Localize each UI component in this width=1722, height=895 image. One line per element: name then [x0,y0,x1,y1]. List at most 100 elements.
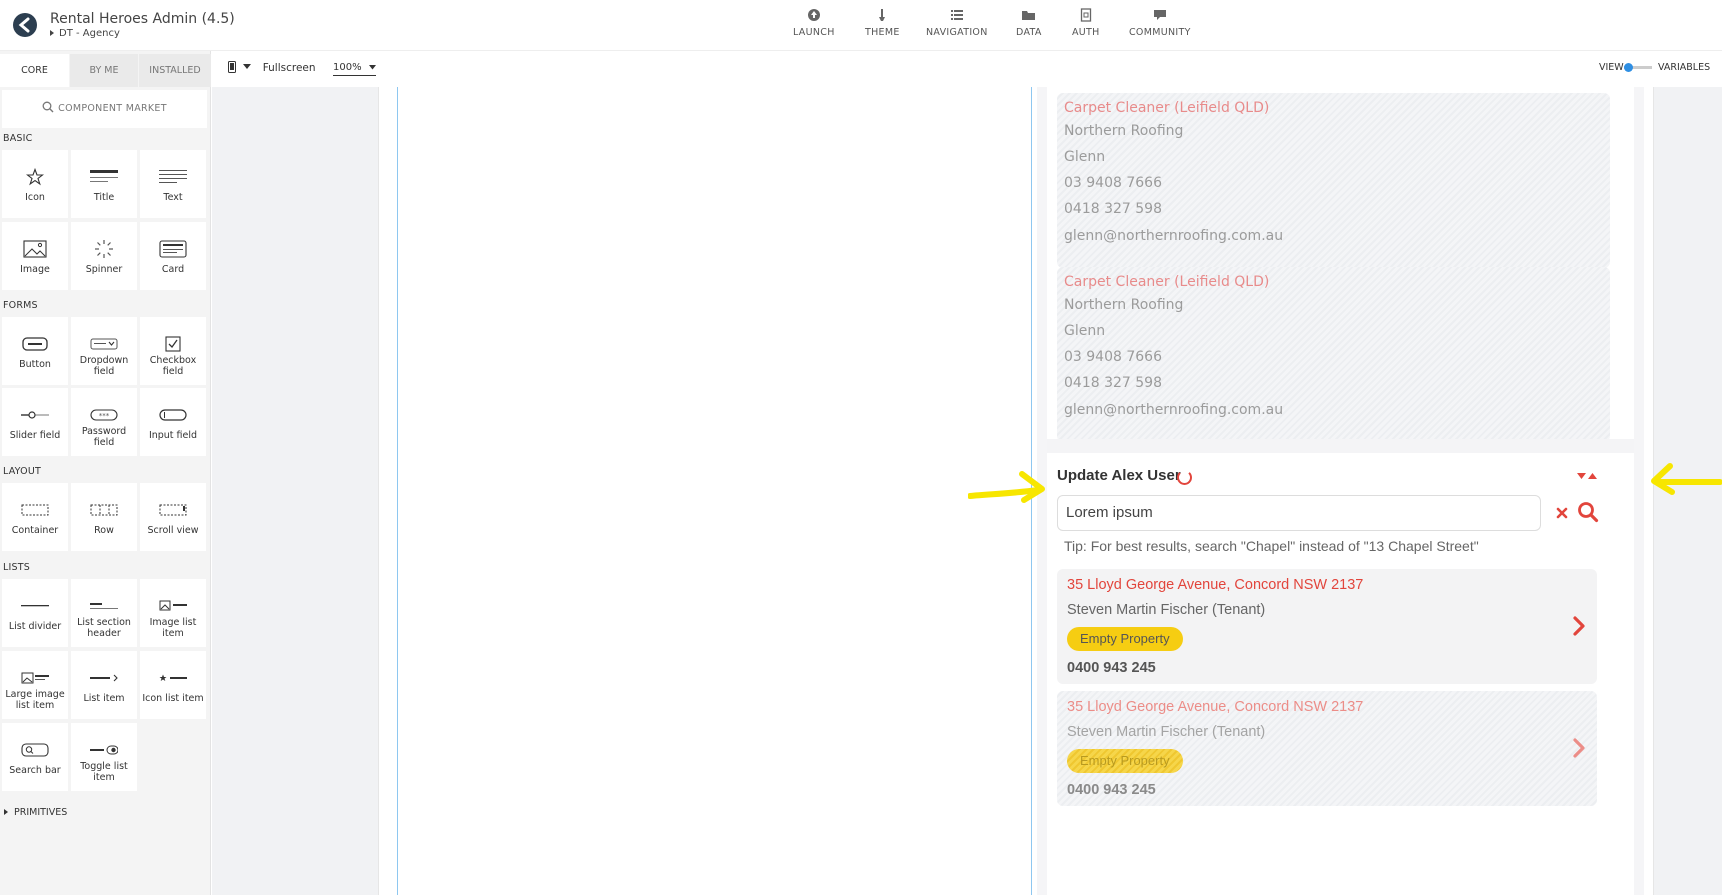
annotation-arrow-left-icon [1651,463,1722,495]
component-list-divider-label: List divider [8,621,62,632]
component-market-button[interactable]: COMPONENT MARKET [2,90,207,128]
chevron-right-icon[interactable] [1572,616,1586,636]
property-tenant: Steven Martin Fischer (Tenant) [1067,602,1266,618]
component-password[interactable]: *** Password field [71,388,137,456]
contact-title: Carpet Cleaner (Leifield QLD) [1064,100,1270,116]
nav-launch[interactable]: LAUNCH [793,8,835,38]
component-row[interactable]: Row [71,483,137,551]
tab-by-me[interactable]: BY ME [70,54,138,87]
caret-down-icon [243,64,252,69]
device-selector[interactable]: Fullscreen [228,61,316,74]
tab-core[interactable]: CORE [0,54,69,87]
card-icon [159,240,187,258]
property-address: 35 Lloyd George Avenue, Concord NSW 2137 [1067,699,1364,715]
contact-card[interactable]: Carpet Cleaner (Leifield QLD) Northern R… [1057,267,1610,442]
password-shape-icon: *** [90,409,118,421]
property-list-item[interactable]: 35 Lloyd George Avenue, Concord NSW 2137… [1057,569,1597,684]
app-subtitle[interactable]: DT - Agency [50,28,120,39]
component-large-image-list[interactable]: Large image list item [2,651,68,719]
component-card-label: Card [161,264,185,275]
component-icon[interactable]: Icon [2,150,68,218]
component-button[interactable]: Button [2,317,68,385]
editor-canvas: Carpet Cleaner (Leifield QLD) Northern R… [212,87,1722,895]
component-spinner[interactable]: Spinner [71,222,137,290]
component-text[interactable]: Text [140,150,206,218]
component-list-section[interactable]: List section header [71,579,137,647]
component-input[interactable]: Input field [140,388,206,456]
component-search-bar[interactable]: Search bar [2,723,68,791]
toggle-knob[interactable] [1624,63,1633,72]
app-title: Rental Heroes Admin (4.5) [50,11,235,27]
contact-card[interactable]: Carpet Cleaner (Leifield QLD) Northern R… [1057,93,1610,268]
slider-icon [21,411,49,419]
component-toggle-list-label: Toggle list item [80,761,128,783]
component-card[interactable]: Card [140,222,206,290]
button-shape-icon [22,337,48,351]
annotation-arrow-right-icon [968,471,1045,503]
divider-icon [21,605,49,607]
component-input-label: Input field [148,430,198,441]
property-status-badge: Empty Property [1067,749,1183,773]
image-icon [23,240,47,258]
component-spinner-label: Spinner [85,264,123,275]
contact-company: Northern Roofing [1064,297,1184,313]
property-phone: 0400 943 245 [1067,782,1156,798]
document-icon [1080,8,1091,22]
nav-navigation-label: NAVIGATION [926,27,988,38]
search-icon [42,101,54,113]
component-image[interactable]: Image [2,222,68,290]
app-logo-icon[interactable] [12,12,38,38]
component-list-item[interactable]: List item [71,651,137,719]
collapse-toggle-icon[interactable] [1577,472,1597,480]
dropdown-shape-icon [90,338,118,350]
component-list-section-label: List section header [77,617,131,639]
nav-auth[interactable]: AUTH [1072,8,1100,38]
contact-email: glenn@northernroofing.com.au [1064,228,1284,244]
component-dropdown[interactable]: Dropdown field [71,317,137,385]
component-toggle-list[interactable]: Toggle list item [71,723,137,791]
layout-guide-line [397,87,398,895]
view-variables-toggle[interactable] [1624,63,1652,72]
component-sidebar: CORE BY ME INSTALLED COMPONENT MARKET BA… [0,51,211,895]
svg-text:***: *** [99,412,110,420]
chevron-right-icon[interactable] [1572,738,1586,758]
component-scrollview[interactable]: Scroll view [140,483,206,551]
star-icon [26,168,44,186]
zoom-value: 100% [333,62,362,73]
component-checkbox[interactable]: Checkbox field [140,317,206,385]
nav-theme[interactable]: THEME [865,8,900,38]
panel-gutter [1634,87,1644,895]
brush-icon [879,9,886,21]
nav-data[interactable]: DATA [1016,8,1042,38]
nav-community[interactable]: COMMUNITY [1129,8,1191,38]
phone-icon [228,61,236,73]
title-lines-icon [90,170,118,182]
component-list-divider[interactable]: List divider [2,579,68,647]
clear-search-icon[interactable] [1555,506,1569,520]
nav-navigation[interactable]: NAVIGATION [926,8,988,38]
component-title-label: Title [93,192,115,203]
zoom-selector[interactable]: 100% [333,62,376,76]
property-status-badge: Empty Property [1067,627,1183,651]
nav-auth-label: AUTH [1072,27,1100,38]
section-divider [1047,439,1634,453]
nav-community-label: COMMUNITY [1129,27,1191,38]
contact-email: glenn@northernroofing.com.au [1064,402,1284,418]
search-icon[interactable] [1577,501,1599,523]
component-icon-list[interactable]: Icon list item [140,651,206,719]
component-title[interactable]: Title [71,150,137,218]
property-list-item[interactable]: 35 Lloyd George Avenue, Concord NSW 2137… [1057,691,1597,806]
address-search-input[interactable]: Lorem ipsum [1057,495,1541,531]
property-phone: 0400 943 245 [1067,660,1156,676]
list-icon [950,10,963,20]
component-container[interactable]: Container [2,483,68,551]
update-user-title: Update Alex User [1057,467,1181,484]
component-button-label: Button [19,359,51,370]
primitives-section[interactable]: PRIMITIVES [4,807,67,818]
component-checkbox-label: Checkbox field [149,355,197,377]
view-label: VIEW [1599,62,1624,73]
tab-installed[interactable]: INSTALLED [139,54,211,87]
component-slider[interactable]: Slider field [2,388,68,456]
component-image-list[interactable]: Image list item [140,579,206,647]
section-basic: BASIC [3,133,33,144]
